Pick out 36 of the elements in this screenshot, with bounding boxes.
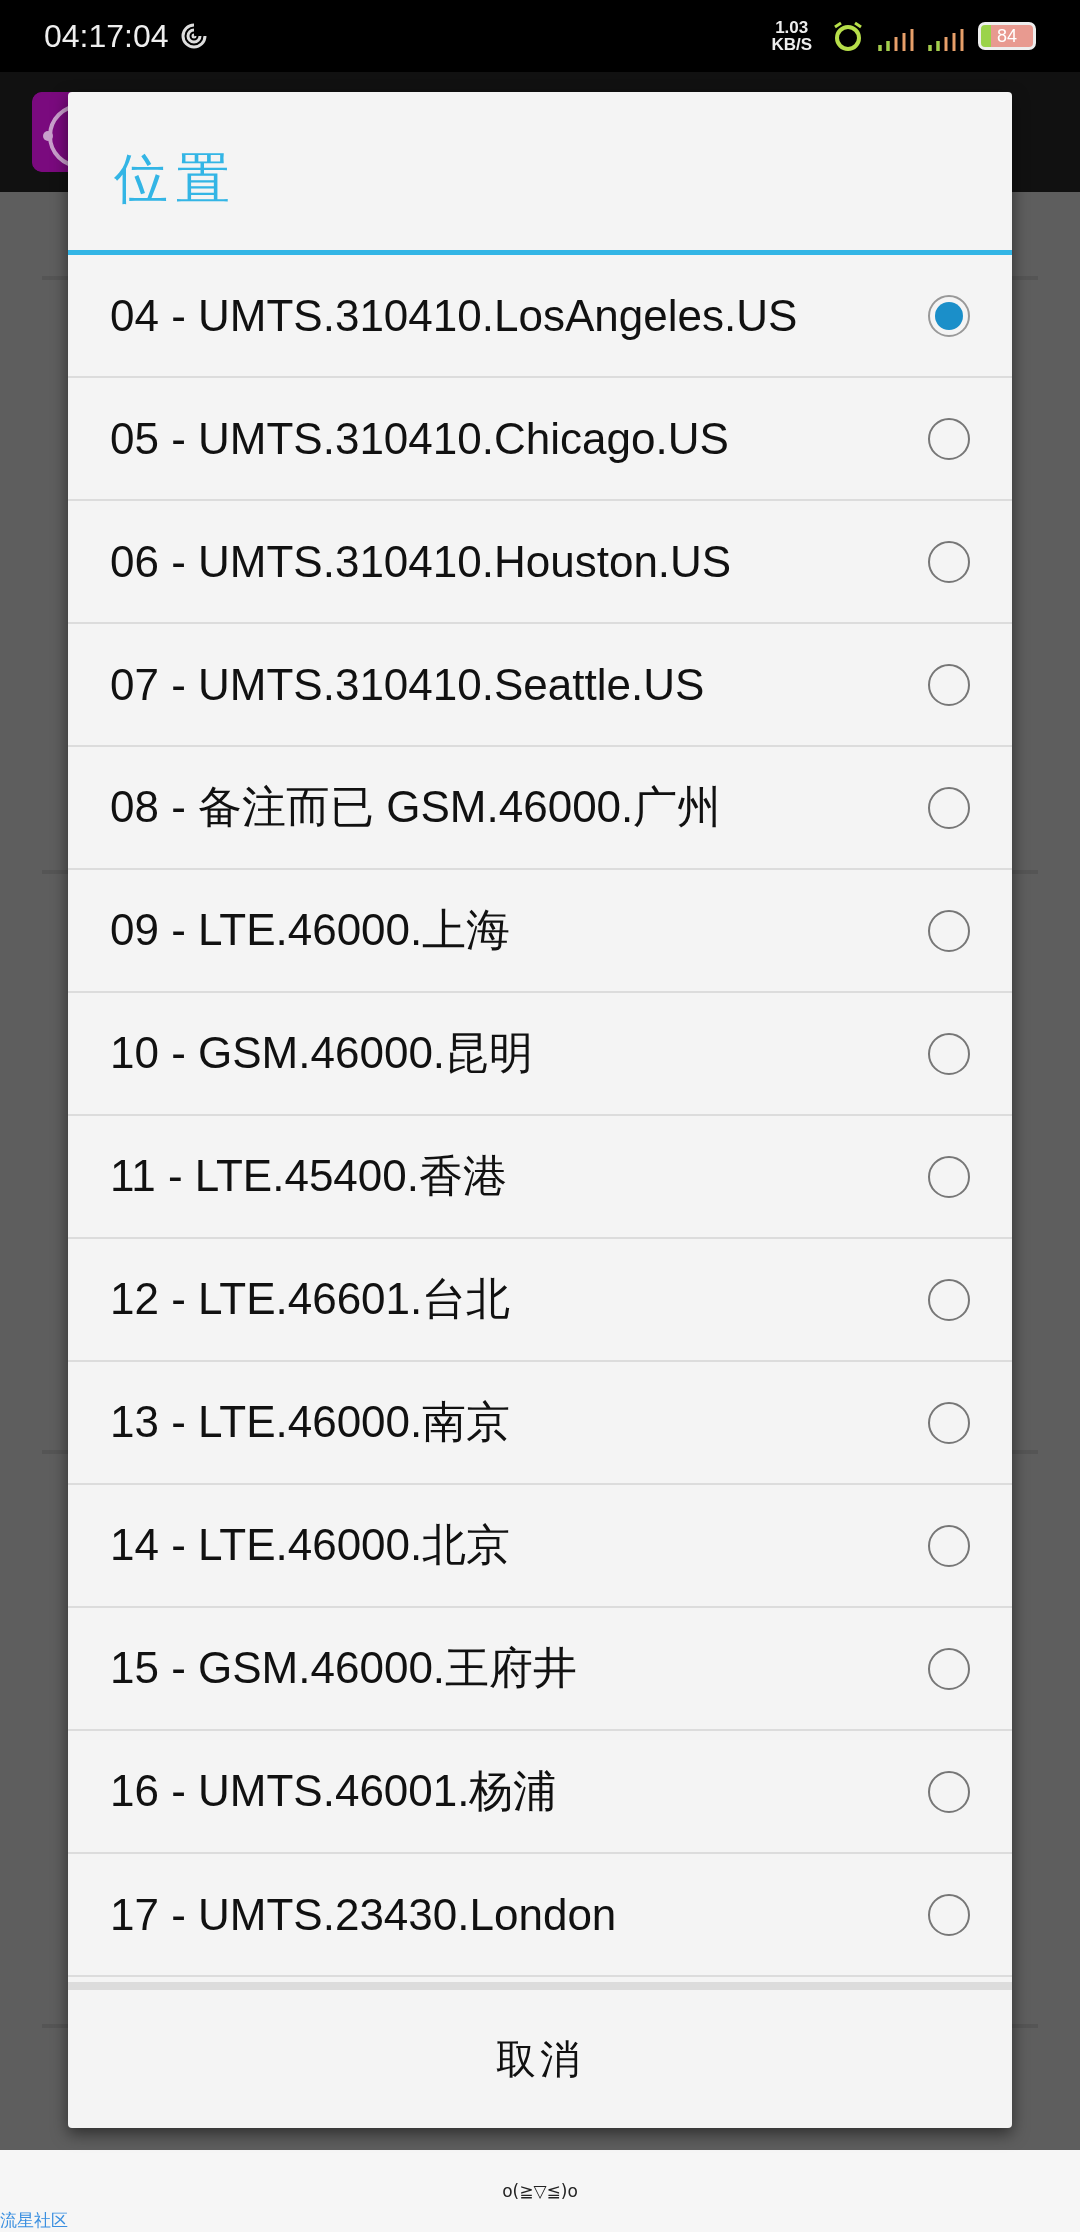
radio-button[interactable] [928,1278,970,1321]
location-option[interactable]: 06 - UMTS.310410.Houston.US [110,536,928,587]
radio-button[interactable] [928,1647,970,1690]
location-option[interactable]: 10 - GSM.46000.昆明 [110,1024,928,1083]
radio-button[interactable] [928,909,970,952]
radio-button[interactable] [928,540,970,583]
speed-unit: KB/S [771,36,812,53]
location-option[interactable]: 16 - UMTS.46001.杨浦 [110,1762,928,1821]
location-option[interactable]: 13 - LTE.46000.南京 [110,1393,928,1452]
clock: 04:17:04 [44,17,169,55]
dialog-title: 位置 [68,92,1012,255]
radio-button[interactable] [928,663,970,706]
radio-button[interactable] [928,1401,970,1444]
location-option[interactable]: 04 - UMTS.310410.LosAngeles.US [110,290,928,341]
cancel-button[interactable]: 取消 [476,2021,604,2097]
radio-button[interactable] [928,294,970,337]
location-option[interactable]: 14 - LTE.46000.北京 [110,1516,928,1575]
radio-button[interactable] [928,786,970,829]
alarm-icon [832,20,864,52]
radio-button[interactable] [928,1032,970,1075]
radio-button[interactable] [928,1155,970,1198]
battery-icon: 84 [978,22,1036,50]
radio-button[interactable] [928,417,970,460]
location-option[interactable]: 09 - LTE.46000.上海 [110,901,928,960]
emoticon-text: o(≧▽≦)o [502,2181,578,2201]
location-option[interactable]: 08 - 备注而已 GSM.46000.广州 [110,778,928,837]
location-option[interactable]: 12 - LTE.46601.台北 [110,1270,928,1329]
radio-button[interactable] [928,1770,970,1813]
location-option[interactable]: 07 - UMTS.310410.Seattle.US [110,659,928,710]
location-option[interactable]: 11 - LTE.45400.香港 [110,1147,928,1206]
radio-button[interactable] [928,1524,970,1567]
location-option[interactable]: 17 - UMTS.23430.London [110,1889,928,1940]
network-speed: 1.03 [775,19,809,36]
radio-button[interactable] [928,1893,970,1936]
location-option[interactable]: 15 - GSM.46000.王府井 [110,1639,928,1698]
location-option[interactable]: 05 - UMTS.310410.Chicago.US [110,413,928,464]
